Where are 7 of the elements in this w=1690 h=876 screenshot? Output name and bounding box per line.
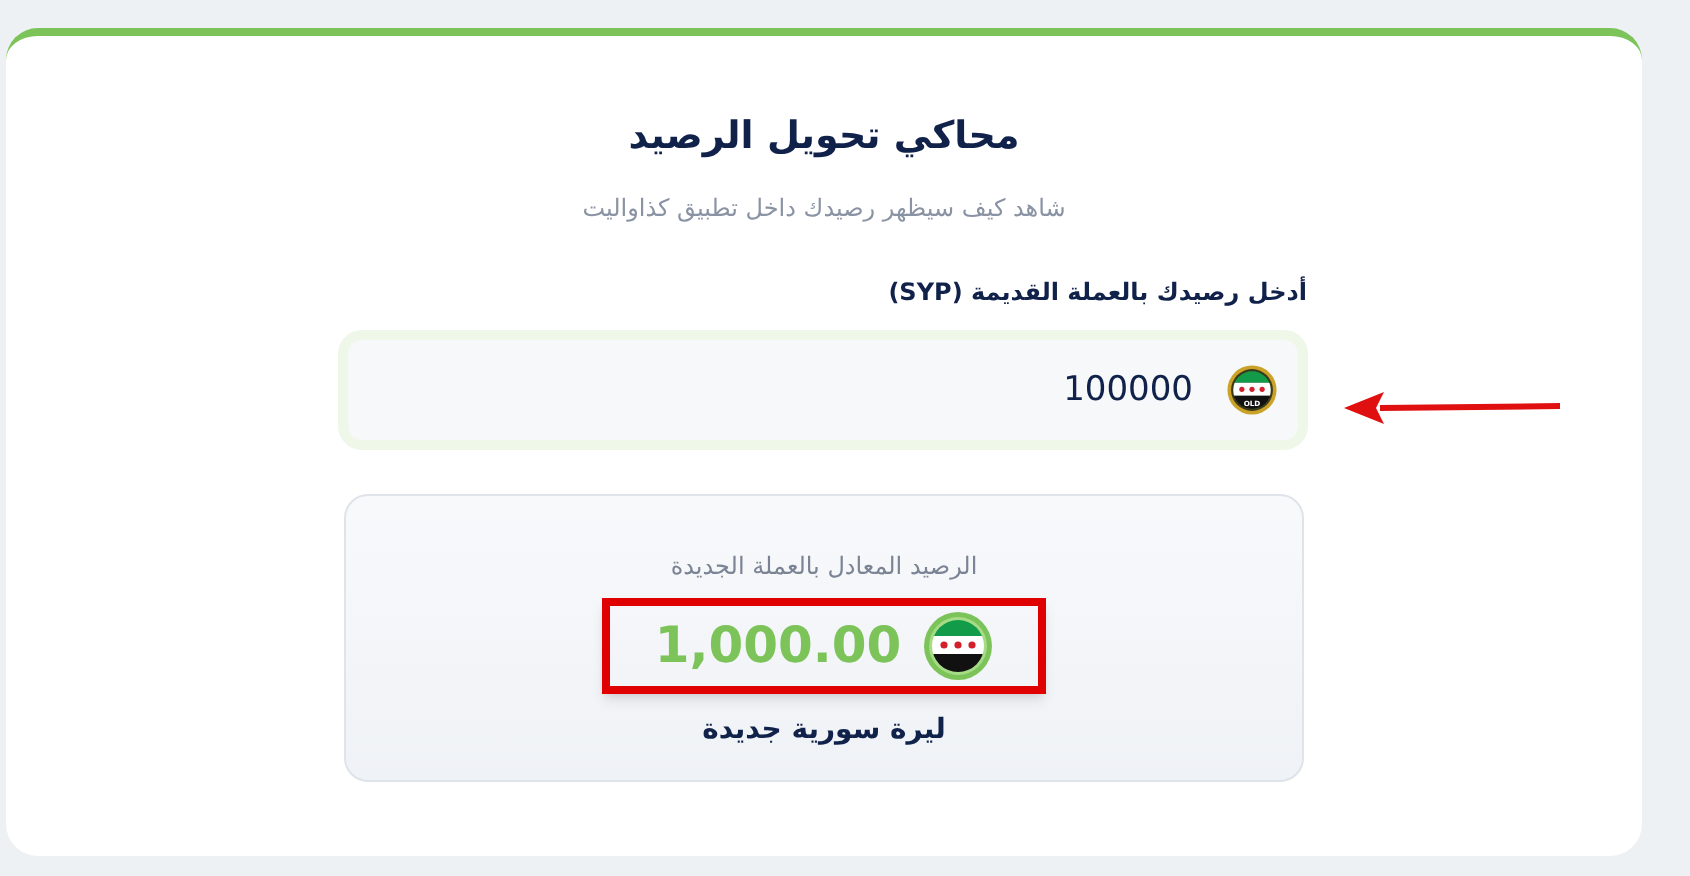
- flag-icon: [921, 609, 994, 681]
- currency-name: ليرة سورية جديدة: [702, 711, 946, 749]
- result-caption: الرصيد المعادل بالعملة الجديدة: [670, 549, 978, 583]
- converted-amount: 1,000.00: [654, 613, 902, 678]
- page-title: محاكي تحويل الرصيد: [628, 112, 1020, 162]
- subtitle: شاهد كيف سيظهر رصيدك داخل تطبيق كذاواليت: [582, 191, 1066, 225]
- field-label: أدخل رصيدك بالعملة القديمة (SYP): [888, 274, 1307, 309]
